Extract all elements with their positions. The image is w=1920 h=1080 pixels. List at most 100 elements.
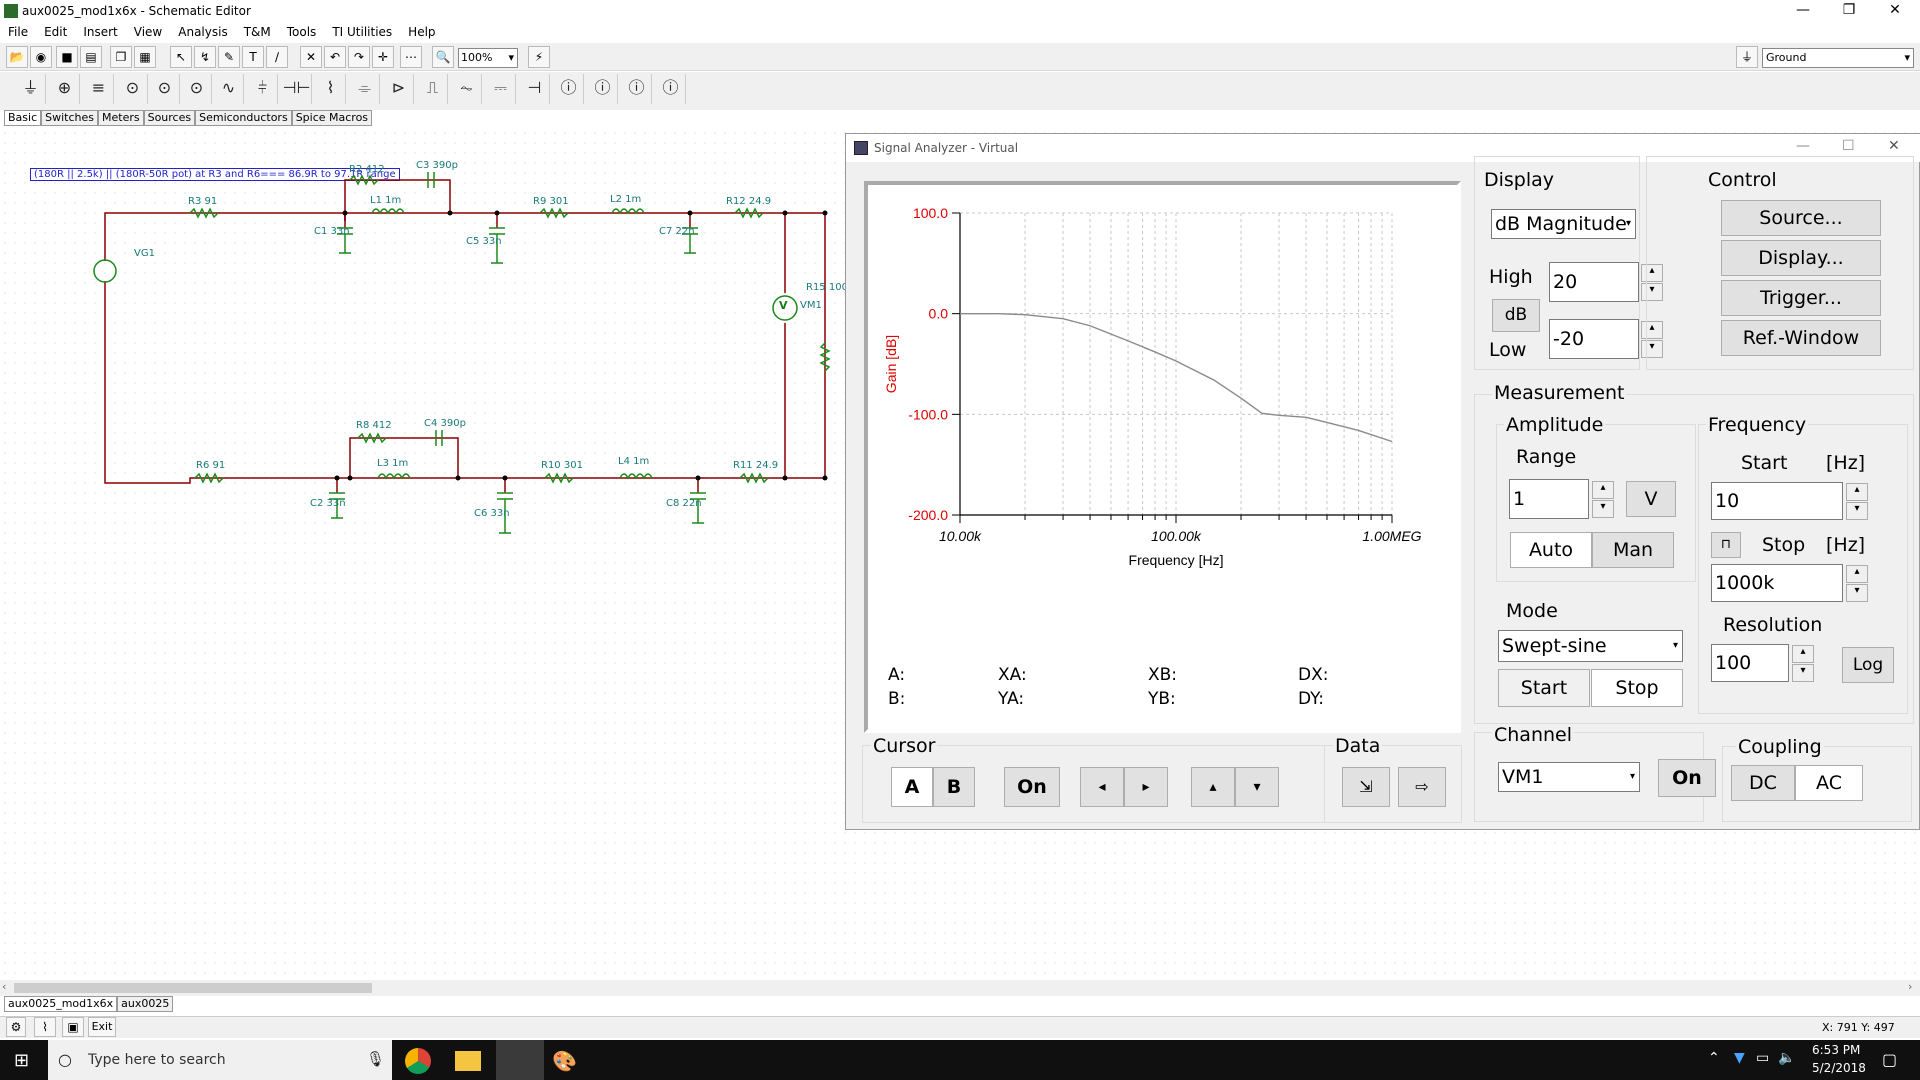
menu-insert[interactable]: Insert <box>75 22 125 39</box>
gain-chart[interactable]: 10.00k 100.00k 1.00MEG 100.0 0.0 -100.0 -200.0… <box>868 185 1457 625</box>
inductor-icon[interactable]: ⌇ <box>316 74 346 104</box>
zoom-select[interactable]: 100% ▾ <box>458 48 518 68</box>
analyzer-close-button[interactable]: ✕ <box>1888 138 1900 154</box>
show-hidden-icons-icon[interactable]: ⌃ <box>1708 1050 1720 1066</box>
network-icon[interactable]: ▼ <box>1734 1050 1745 1066</box>
transformer-icon[interactable]: ⌯ <box>350 74 380 104</box>
tab-switches[interactable]: Switches <box>41 110 98 126</box>
range-input[interactable]: 1 <box>1509 479 1589 519</box>
paste-icon[interactable]: ▦ <box>134 46 156 68</box>
freq-start-spin-down-icon[interactable]: ▾ <box>1846 502 1868 520</box>
redo-icon[interactable]: ↷ <box>348 46 370 68</box>
cursor-down-button[interactable]: ▾ <box>1235 767 1279 807</box>
zoom-icon[interactable]: 🔍 <box>432 46 454 68</box>
chrome-icon[interactable] <box>405 1048 431 1074</box>
close-button[interactable]: ✕ <box>1872 0 1918 22</box>
open-icon[interactable]: 📂 <box>6 46 28 68</box>
scroll-left-icon[interactable]: ‹ <box>2 980 6 993</box>
ground-component-icon[interactable]: ⏚ <box>16 74 46 104</box>
maximize-button[interactable]: ❐ <box>1826 0 1872 22</box>
menu-analysis[interactable]: Analysis <box>170 22 235 39</box>
dc-button[interactable]: DC <box>1731 765 1795 801</box>
resolution-spin-up-icon[interactable]: ▴ <box>1792 645 1814 663</box>
ground-icon[interactable]: ⏚ <box>1736 46 1758 68</box>
scroll-thumb[interactable] <box>14 983 372 993</box>
data-export-icon[interactable]: ⇨ <box>1398 767 1446 807</box>
link-icon[interactable]: ⊓ <box>1711 532 1741 558</box>
taskbar-date[interactable]: 5/2/2018 <box>1812 1061 1866 1075</box>
high-input[interactable]: 20 <box>1549 262 1639 302</box>
analyzer-window-icon[interactable]: ▣ <box>62 1017 84 1037</box>
meter-b-icon[interactable]: ⓘ <box>588 74 618 104</box>
save-icon[interactable]: ■ <box>56 46 78 68</box>
taskbar-time[interactable]: 6:53 PM <box>1812 1043 1860 1057</box>
undo-icon[interactable]: ↶ <box>324 46 346 68</box>
capacitor-icon[interactable]: ⊣⊢ <box>282 74 312 104</box>
horizontal-scrollbar[interactable]: ‹ › <box>0 980 1920 996</box>
minimize-button[interactable]: — <box>1780 0 1826 22</box>
db-unit-button[interactable]: dB <box>1492 299 1540 332</box>
formula-icon[interactable]: ∕ <box>266 46 288 68</box>
move-icon[interactable]: ✛ <box>372 46 394 68</box>
ground-select[interactable]: Ground ▾ <box>1762 48 1914 68</box>
taskbar-search-box[interactable]: ○ Type here to search 🎙 <box>48 1040 392 1080</box>
text-icon[interactable]: T <box>242 46 264 68</box>
tab-sources[interactable]: Sources <box>143 110 196 126</box>
analyzer-maximize-button[interactable]: ☐ <box>1842 138 1855 154</box>
paint-icon[interactable]: 🎨 <box>552 1049 577 1073</box>
voltage-source-icon[interactable]: ⊙ <box>182 74 212 104</box>
wire-icon[interactable]: ↯ <box>194 46 216 68</box>
trigger-button[interactable]: Trigger... <box>1721 280 1881 316</box>
current-source-icon[interactable]: ⊙ <box>150 74 180 104</box>
mode-select[interactable]: Swept-sine ▾ <box>1498 630 1683 662</box>
resistor-icon[interactable]: ∿ <box>214 74 244 104</box>
auto-button[interactable]: Auto <box>1510 532 1592 568</box>
tab-basic[interactable]: Basic <box>4 110 42 126</box>
range-spin-down-icon[interactable]: ▾ <box>1592 500 1614 518</box>
settings-gear-icon[interactable]: ⚙ <box>6 1017 26 1037</box>
menu-file[interactable]: File <box>0 22 36 39</box>
resolution-input[interactable]: 100 <box>1711 644 1789 682</box>
range-spin-up-icon[interactable]: ▴ <box>1592 481 1614 499</box>
freq-stop-spin-up-icon[interactable]: ▴ <box>1846 565 1868 583</box>
doc-tab-aux0025-mod1x6x[interactable]: aux0025_mod1x6x <box>4 996 118 1012</box>
probe-icon[interactable]: ⚡ <box>528 46 550 68</box>
battery-icon[interactable]: ⊕ <box>50 74 80 104</box>
terminal-icon[interactable]: ⊣ <box>520 74 550 104</box>
source-icon[interactable]: ⊙ <box>118 74 148 104</box>
display-settings-button[interactable]: Display... <box>1721 240 1881 276</box>
meter-a-icon[interactable]: ⓘ <box>554 74 584 104</box>
relay-icon[interactable]: ⏦ <box>452 74 482 104</box>
delete-icon[interactable]: ✕ <box>300 46 322 68</box>
microphone-icon[interactable]: 🎙 <box>366 1050 385 1068</box>
menu-ti-utilities[interactable]: TI Utilities <box>324 22 400 39</box>
cursor-up-button[interactable]: ▴ <box>1191 767 1235 807</box>
select-arrow-icon[interactable]: ↖ <box>170 46 192 68</box>
freq-start-input[interactable]: 10 <box>1711 482 1843 520</box>
stop-button[interactable]: Stop <box>1591 669 1683 707</box>
cursor-b-button[interactable]: B <box>933 767 975 807</box>
menu-tools[interactable]: Tools <box>279 22 325 39</box>
diode-icon[interactable]: ⊳ <box>384 74 414 104</box>
plot-area[interactable]: 10.00k 100.00k 1.00MEG 100.0 0.0 -100.0 -200.0… <box>864 181 1461 733</box>
man-button[interactable]: Man <box>1592 532 1674 568</box>
volume-icon[interactable]: 🔈 <box>1778 1050 1795 1066</box>
freq-start-spin-up-icon[interactable]: ▴ <box>1846 483 1868 501</box>
vg1-source[interactable] <box>93 259 117 283</box>
file-explorer-icon[interactable] <box>455 1051 481 1071</box>
tab-spice-macros[interactable]: Spice Macros <box>291 110 373 126</box>
low-input[interactable]: -20 <box>1549 319 1639 359</box>
switch-icon[interactable]: ⎍ <box>418 74 448 104</box>
fuse-icon[interactable]: ⎓ <box>486 74 516 104</box>
grapher-icon[interactable]: ⌇ <box>34 1017 56 1037</box>
freq-stop-input[interactable]: 1000k <box>1711 564 1843 602</box>
data-import-icon[interactable]: ⇲ <box>1342 767 1390 807</box>
grid-icon[interactable]: ⋯ <box>400 46 422 68</box>
tina-taskbar-icon[interactable] <box>496 1040 544 1080</box>
pen-icon[interactable]: ✎ <box>218 46 240 68</box>
doc-tab-aux0025[interactable]: aux0025 <box>117 996 174 1012</box>
tab-semiconductors[interactable]: Semiconductors <box>195 110 292 126</box>
meter-d-icon[interactable]: ⓘ <box>656 74 686 104</box>
freq-stop-spin-down-icon[interactable]: ▾ <box>1846 584 1868 602</box>
bus-icon[interactable]: ≡ <box>84 74 114 104</box>
